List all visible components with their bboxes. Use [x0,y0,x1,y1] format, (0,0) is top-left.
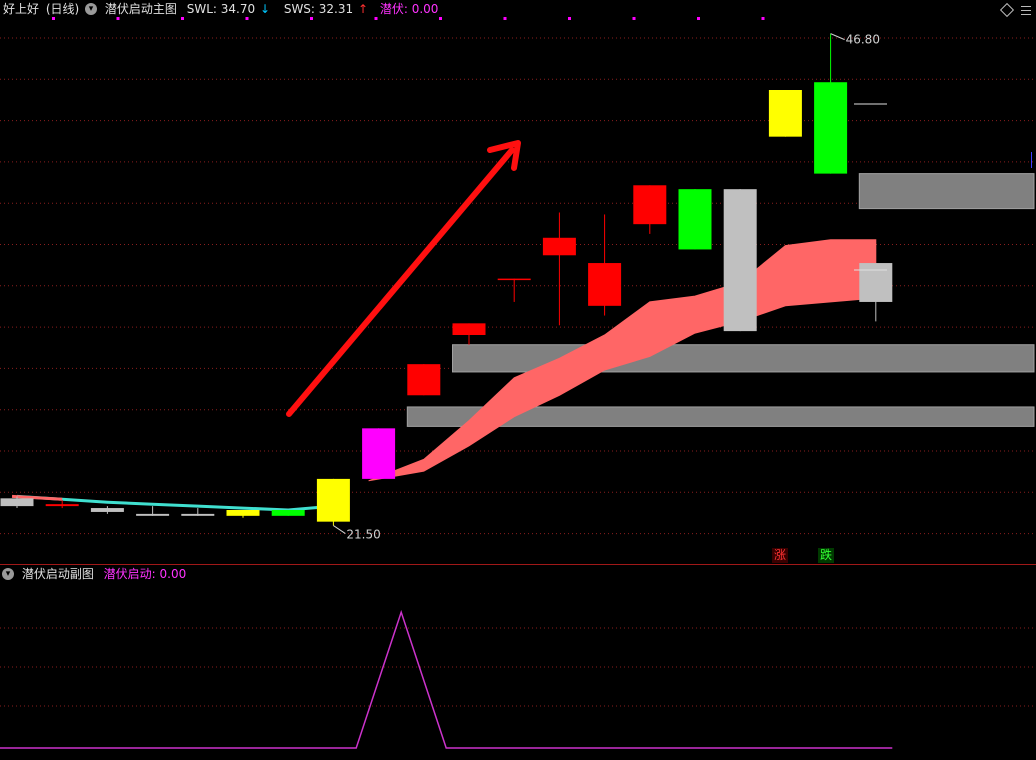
swl-arrow-icon: ↓ [259,2,270,16]
signal-dot [439,17,442,20]
candle-body [90,508,124,512]
candle-body [181,513,215,516]
candle-body [678,189,712,250]
candle-body [633,185,667,225]
chevron-down-icon[interactable]: ▾ [2,568,14,580]
fall-tag: 跌 [818,548,835,563]
menu-icon[interactable] [1020,4,1032,16]
low-label: 21.50 [346,528,380,542]
sws-value: SWS: 32.31 [283,2,354,16]
signal-dot [697,17,700,20]
sub-series-line [0,609,893,749]
candle-body [542,237,576,256]
right-edge-marker [1031,152,1036,168]
candle-body [407,364,441,396]
sub-indicator-name[interactable]: 潜伏启动副图 [22,565,94,583]
sws-arrow-icon: ↑ [357,2,369,16]
candle-body [136,513,170,516]
stock-name[interactable]: 好上好 [3,0,39,18]
main-chart-panel[interactable]: 46.80 21.50 好上好 (日线) ▾ 潜伏启动主图 SWL: 34.70 … [0,0,1036,565]
candle-body [362,428,396,479]
latent-value: 潜伏: 0.00 [379,2,439,16]
high-marker-line [830,33,845,41]
signal-dot [503,17,507,20]
sub-chart-svg[interactable] [0,565,1036,756]
candle-body [814,82,848,174]
candle-body [0,498,34,507]
signal-dot [568,17,571,20]
candle-body [452,323,486,335]
candle-body [723,189,757,332]
main-chart-svg[interactable]: 46.80 21.50 [0,0,1036,565]
chevron-down-icon[interactable]: ▾ [85,3,98,15]
signal-dot [632,17,636,20]
swl-value: SWL: 34.70 [186,2,256,16]
candle-body [316,478,350,522]
candle-body [226,510,260,516]
sub-header: ▾ 潜伏启动副图 潜伏启动: 0.00 [0,565,186,583]
sub-grid [0,627,1036,707]
trend-arrow-shaft [286,147,515,417]
candle-body [768,90,802,137]
candle-body [588,263,622,306]
trend-arrow [286,140,521,417]
indicator-name[interactable]: 潜伏启动主图 [105,0,177,18]
sub-value: 潜伏启动: 0.00 [103,567,187,581]
ma-line [16,494,334,512]
candle-body [271,510,305,516]
support-zone [858,173,1035,210]
candle-body [45,504,79,507]
sub-series [0,609,893,749]
high-label: 46.80 [846,33,880,47]
low-marker-line [333,525,346,534]
period-label: (日线) [45,2,80,16]
candle-body [859,263,893,302]
rise-tag: 涨 [772,548,789,563]
main-header: 好上好 (日线) ▾ 潜伏启动主图 SWL: 34.70 ↓ SWS: 32.3… [0,0,438,18]
signal-dot [761,17,765,20]
sub-chart-panel[interactable]: ▾ 潜伏启动副图 潜伏启动: 0.00 [0,565,1036,756]
candle-body [497,278,531,281]
